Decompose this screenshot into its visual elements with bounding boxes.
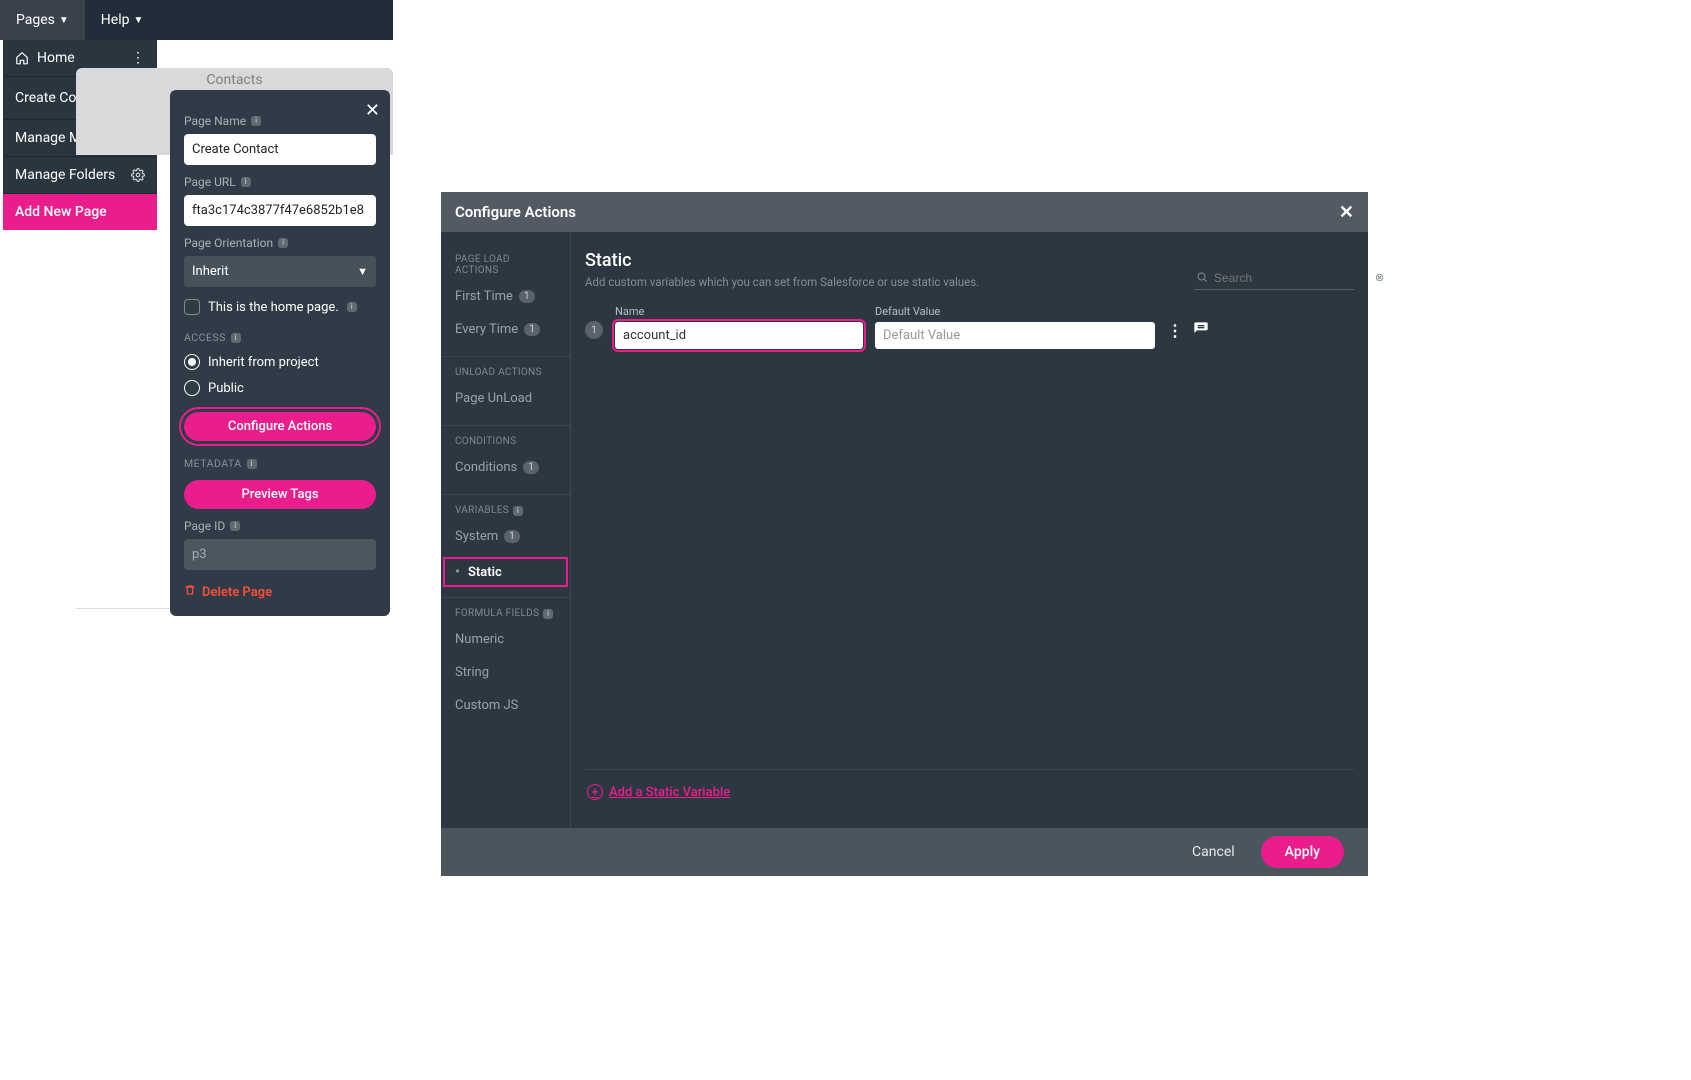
delete-page-link[interactable]: Delete Page — [184, 584, 376, 600]
info-icon: i — [513, 506, 523, 516]
sidebar-item-static[interactable]: Static — [443, 557, 568, 587]
info-icon: i — [347, 302, 357, 312]
search-field[interactable]: ⊗ — [1194, 266, 1354, 290]
sidebar-item-every-time[interactable]: Every Time 1 — [441, 313, 570, 346]
sidebar-item-first-time[interactable]: First Time 1 — [441, 280, 570, 313]
sidebar-hdr-conditions: CONDITIONS — [441, 425, 570, 451]
chevron-down-icon: ▼ — [133, 15, 143, 26]
badge-count: 1 — [523, 461, 539, 474]
badge-count: 1 — [504, 530, 520, 543]
name-label: Name — [615, 305, 863, 318]
access-public-radio[interactable] — [184, 380, 200, 396]
variable-row: 1 Name Default Value ⋮ — [585, 305, 1354, 349]
info-icon: i — [231, 333, 241, 343]
default-value-label: Default Value — [875, 305, 1155, 318]
plus-circle-icon: + — [587, 784, 603, 800]
page-name-label: Page Namei — [184, 114, 376, 128]
row-index: 1 — [585, 321, 603, 339]
close-icon[interactable]: ✕ — [1339, 202, 1354, 223]
modal-footer: Cancel Apply — [441, 828, 1368, 876]
info-icon: i — [247, 459, 257, 469]
comment-icon[interactable] — [1193, 321, 1209, 341]
gear-icon[interactable] — [131, 168, 145, 182]
page-orientation-label: Page Orientationi — [184, 236, 376, 250]
sidebar-hdr-variables: VARIABLESi — [441, 494, 570, 520]
page-id-readonly: p3 — [184, 539, 376, 570]
sidebar-item-system[interactable]: System 1 — [441, 520, 570, 553]
access-public-label: Public — [208, 381, 244, 396]
page-url-input[interactable] — [184, 195, 376, 226]
search-icon — [1196, 268, 1208, 287]
access-inherit-label: Inherit from project — [208, 355, 319, 370]
page-id-label: Page IDi — [184, 519, 376, 533]
info-icon: i — [230, 521, 240, 531]
sidebar-item-conditions[interactable]: Conditions 1 — [441, 451, 570, 484]
sidebar-hdr-formula: FORMULA FIELDSi — [441, 597, 570, 623]
info-icon: i — [241, 177, 251, 187]
kebab-icon[interactable]: ⋮ — [131, 50, 145, 66]
background-tab-label: Contacts — [206, 72, 262, 88]
sidebar-item-customjs[interactable]: Custom JS — [441, 689, 570, 722]
dropdown-manage-folders-label: Manage Folders — [15, 167, 115, 183]
page-orientation-select[interactable]: Inherit ▼ — [184, 256, 376, 287]
preview-tags-button[interactable]: Preview Tags — [184, 480, 376, 509]
sidebar-hdr-unload: UNLOAD ACTIONS — [441, 356, 570, 382]
add-static-variable-label: Add a Static Variable — [609, 785, 730, 800]
dropdown-item-manage-folders[interactable]: Manage Folders — [3, 157, 157, 194]
page-settings-panel: ✕ Page Namei Page URLi Page Orientationi… — [170, 90, 390, 616]
variable-default-input[interactable] — [875, 322, 1155, 349]
metadata-section-header: METADATAi — [184, 457, 376, 470]
page-name-input[interactable] — [184, 134, 376, 165]
home-page-checkbox[interactable] — [184, 299, 200, 315]
modal-sidebar: PAGE LOAD ACTIONS First Time 1 Every Tim… — [441, 232, 571, 828]
variable-name-input[interactable] — [615, 322, 863, 349]
kebab-icon[interactable]: ⋮ — [1167, 321, 1183, 341]
home-page-checkbox-label: This is the home page. — [208, 300, 339, 315]
menu-pages[interactable]: Pages ▼ — [0, 0, 85, 40]
modal-header: Configure Actions ✕ — [441, 192, 1368, 232]
sidebar-item-page-unload[interactable]: Page UnLoad — [441, 382, 570, 415]
clear-icon[interactable]: ⊗ — [1375, 271, 1384, 284]
access-inherit-radio[interactable] — [184, 354, 200, 370]
sidebar-item-numeric[interactable]: Numeric — [441, 623, 570, 656]
dropdown-home-label: Home — [37, 50, 75, 66]
modal-content: Static Add custom variables which you ca… — [571, 232, 1368, 828]
add-static-variable-link[interactable]: + Add a Static Variable — [585, 769, 1354, 814]
apply-button[interactable]: Apply — [1261, 836, 1344, 868]
dropdown-item-add-new-page[interactable]: Add New Page — [3, 194, 157, 230]
page-url-label: Page URLi — [184, 175, 376, 189]
cancel-button[interactable]: Cancel — [1192, 844, 1235, 860]
menu-help-label: Help — [101, 12, 130, 28]
orientation-value: Inherit — [192, 264, 229, 279]
search-input[interactable] — [1214, 271, 1369, 285]
home-icon — [15, 51, 29, 65]
info-icon: i — [251, 116, 261, 126]
menu-help[interactable]: Help ▼ — [85, 0, 160, 40]
info-icon: i — [278, 238, 288, 248]
configure-actions-button[interactable]: Configure Actions — [184, 412, 376, 441]
access-section-header: ACCESSi — [184, 331, 376, 344]
badge-count: 1 — [519, 290, 535, 303]
menu-pages-label: Pages — [16, 12, 55, 28]
modal-title: Configure Actions — [455, 203, 576, 221]
chevron-down-icon: ▼ — [59, 15, 69, 26]
dropdown-add-new-page-label: Add New Page — [15, 204, 107, 220]
sidebar-hdr-page-load: PAGE LOAD ACTIONS — [441, 244, 570, 280]
configure-actions-modal: Configure Actions ✕ PAGE LOAD ACTIONS Fi… — [441, 192, 1368, 876]
badge-count: 1 — [524, 323, 540, 336]
delete-page-label: Delete Page — [202, 585, 272, 600]
sidebar-item-string[interactable]: String — [441, 656, 570, 689]
info-icon: i — [543, 609, 553, 619]
chevron-down-icon: ▼ — [357, 265, 368, 278]
close-icon[interactable]: ✕ — [365, 100, 380, 121]
topbar: Pages ▼ Help ▼ — [0, 0, 393, 40]
trash-icon — [184, 584, 196, 600]
